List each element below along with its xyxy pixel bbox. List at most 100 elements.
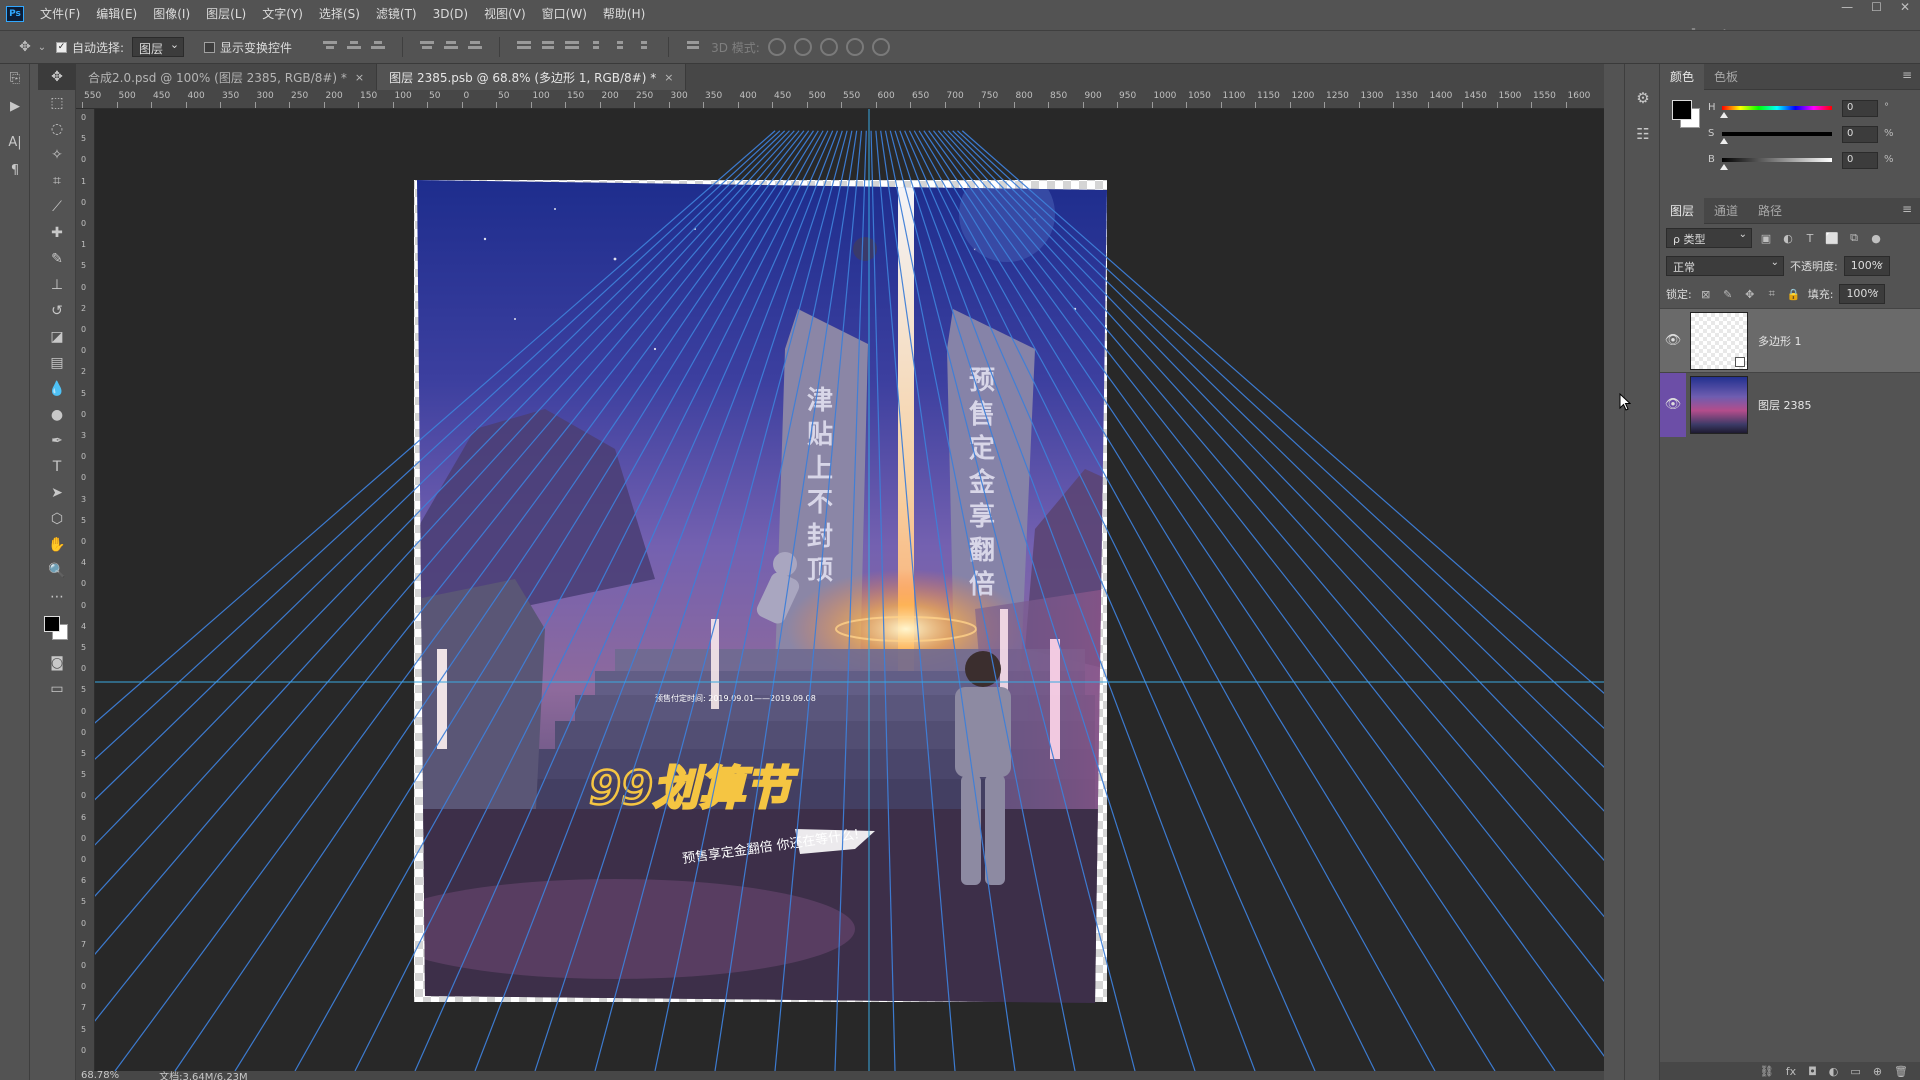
menu-file[interactable]: 文件(F): [32, 0, 88, 28]
lock-position-icon[interactable]: ✥: [1742, 288, 1758, 301]
visibility-eye-icon[interactable]: 👁: [1660, 333, 1686, 348]
zoom-tool-icon[interactable]: 🔍: [38, 558, 76, 584]
eyedropper-tool-icon[interactable]: ⟋: [38, 194, 76, 220]
lock-artboard-icon[interactable]: ⌗: [1764, 287, 1780, 301]
3d-pan-icon[interactable]: [819, 38, 838, 56]
filter-toggle-icon[interactable]: ●: [1868, 230, 1884, 246]
lock-image-icon[interactable]: ✎: [1720, 288, 1736, 301]
hue-slider[interactable]: [1722, 106, 1832, 110]
distribute-bottom-button[interactable]: [564, 37, 580, 53]
close-icon[interactable]: ×: [355, 71, 364, 84]
brightness-slider-thumb[interactable]: [1720, 164, 1728, 170]
tab-channels[interactable]: 通道: [1704, 198, 1748, 224]
distribute-vcenter-button[interactable]: [540, 37, 556, 53]
minimize-button[interactable]: —: [1841, 0, 1853, 18]
link-layers-icon[interactable]: ⛓: [1760, 1065, 1774, 1078]
delete-layer-icon[interactable]: 🗑: [1894, 1065, 1908, 1078]
paragraph-icon[interactable]: ¶: [0, 156, 30, 184]
auto-select-target-dropdown[interactable]: 图层: [132, 37, 185, 57]
brightness-value-field[interactable]: 0: [1842, 152, 1878, 169]
close-icon[interactable]: ×: [664, 71, 673, 84]
menu-window[interactable]: 窗口(W): [534, 0, 595, 28]
hue-value-field[interactable]: 0: [1842, 100, 1878, 117]
hand-tool-icon[interactable]: ✋: [38, 532, 76, 558]
align-vcenter-button[interactable]: [346, 37, 362, 53]
layer-style-icon[interactable]: fx: [1786, 1065, 1796, 1078]
tab-swatches[interactable]: 色板: [1704, 64, 1748, 90]
lasso-tool-icon[interactable]: ◌: [38, 116, 76, 142]
layer-name[interactable]: 图层 2385: [1758, 397, 1812, 413]
actions-play-icon[interactable]: ▶: [0, 92, 30, 120]
history-icon[interactable]: ⎘: [0, 64, 30, 92]
shape-filter-icon[interactable]: ⬜: [1824, 230, 1840, 246]
smart-object-filter-icon[interactable]: ⧉: [1846, 230, 1862, 246]
adjustment-layer-icon[interactable]: ◐: [1829, 1065, 1839, 1078]
document-canvas[interactable]: 99划算节 预售付定时间: 2019.09.01——2019.09.08 预售享…: [95, 109, 1604, 1071]
menu-layer[interactable]: 图层(L): [198, 0, 254, 28]
new-group-icon[interactable]: ▭: [1850, 1065, 1860, 1078]
menu-3d[interactable]: 3D(D): [425, 0, 476, 28]
saturation-slider-thumb[interactable]: [1720, 138, 1728, 144]
pen-tool-icon[interactable]: ✒: [38, 428, 76, 454]
close-window-button[interactable]: ✕: [1900, 0, 1910, 18]
brush-tool-icon[interactable]: ✎: [38, 246, 76, 272]
more-tools-icon[interactable]: ⋯: [38, 584, 76, 610]
panel-menu-icon[interactable]: ≡: [1902, 202, 1912, 216]
menu-edit[interactable]: 编辑(E): [88, 0, 145, 28]
layer-row[interactable]: 👁 多边形 1: [1660, 308, 1920, 372]
vertical-ruler[interactable]: 0 5 0 1 0 0 1 5 0 2 0 0 2 5 0 3 0 0 3 5 0 4 0 0 4 5 0 5 0 0 5 5 0 6 0 0 6 5 0 7…: [76, 109, 95, 1071]
align-bottom-button[interactable]: [370, 37, 386, 53]
brush-settings-icon[interactable]: ⚙: [1625, 80, 1661, 116]
show-transform-checkbox[interactable]: [204, 41, 216, 53]
eraser-tool-icon[interactable]: ◪: [38, 324, 76, 350]
opacity-field[interactable]: 100%: [1843, 256, 1890, 276]
align-left-button[interactable]: [419, 37, 435, 53]
tab-layers[interactable]: 图层: [1660, 197, 1705, 224]
tab-color[interactable]: 颜色: [1660, 63, 1705, 90]
3d-rotate-icon[interactable]: [767, 38, 786, 56]
distribute-top-button[interactable]: [516, 37, 532, 53]
layer-kind-filter[interactable]: ρ 类型: [1666, 228, 1752, 248]
type-tool-icon[interactable]: T: [38, 454, 76, 480]
lock-transparent-icon[interactable]: ⊠: [1698, 288, 1714, 301]
3d-scale-icon[interactable]: [871, 38, 890, 56]
auto-select-checkbox[interactable]: ✓: [56, 41, 67, 53]
distribute-left-button[interactable]: [588, 37, 604, 53]
auto-align-button[interactable]: [685, 37, 701, 53]
move-tool-preset-icon[interactable]: ✥: [14, 36, 36, 58]
path-selection-tool-icon[interactable]: ➤: [38, 480, 76, 506]
align-hcenter-button[interactable]: [443, 37, 459, 53]
distribute-right-button[interactable]: [636, 37, 652, 53]
clone-stamp-tool-icon[interactable]: ⊥: [38, 272, 76, 298]
visibility-eye-icon[interactable]: 👁: [1660, 397, 1686, 412]
move-tool-icon[interactable]: ✥: [38, 64, 76, 90]
align-top-button[interactable]: [322, 37, 338, 53]
chevron-down-icon[interactable]: ⌄: [36, 36, 48, 58]
crop-tool-icon[interactable]: ⌗: [38, 168, 76, 194]
distribute-hcenter-button[interactable]: [612, 37, 628, 53]
menu-view[interactable]: 视图(V): [476, 0, 534, 28]
brightness-slider[interactable]: [1722, 158, 1832, 162]
color-swatches[interactable]: [38, 610, 76, 650]
lock-all-icon[interactable]: 🔒: [1786, 288, 1802, 301]
horizontal-ruler[interactable]: 550 500 450 400 350 300 250 200 150 100 50 0 50 100 15…: [76, 90, 1604, 109]
panel-menu-icon[interactable]: ≡: [1902, 68, 1912, 82]
shape-tool-icon[interactable]: ⬡: [38, 506, 76, 532]
fill-field[interactable]: 100%: [1839, 284, 1886, 304]
menu-select[interactable]: 选择(S): [311, 0, 368, 28]
saturation-value-field[interactable]: 0: [1842, 126, 1878, 143]
menu-help[interactable]: 帮助(H): [595, 0, 653, 28]
quick-mask-icon[interactable]: ◙: [38, 650, 76, 676]
tab-layer-psb[interactable]: 图层 2385.psb @ 68.8% (多边形 1, RGB/8#) * ×: [377, 64, 687, 90]
character-icon[interactable]: A|: [0, 128, 30, 156]
saturation-slider[interactable]: [1722, 132, 1832, 136]
healing-brush-tool-icon[interactable]: ✚: [38, 220, 76, 246]
screen-mode-icon[interactable]: ▭: [38, 676, 76, 702]
marquee-tool-icon[interactable]: ⬚: [38, 90, 76, 116]
dodge-tool-icon[interactable]: ●: [38, 402, 76, 428]
layer-row[interactable]: 👁 图层 2385: [1660, 372, 1920, 437]
hue-slider-thumb[interactable]: [1720, 112, 1728, 118]
pixel-filter-icon[interactable]: ▣: [1758, 230, 1774, 246]
maximize-button[interactable]: ☐: [1871, 0, 1882, 18]
zoom-level[interactable]: 68.78%: [81, 1071, 119, 1080]
